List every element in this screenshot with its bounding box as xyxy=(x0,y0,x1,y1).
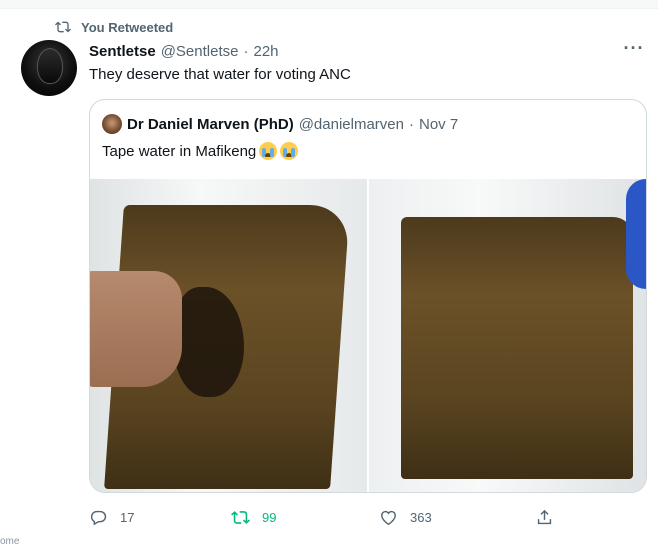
retweet-icon xyxy=(55,21,71,33)
quote-author-name: Dr Daniel Marven (PhD) xyxy=(127,115,294,133)
quote-text: Tape water in Mafikeng xyxy=(102,142,257,160)
separator-dot: · xyxy=(243,42,249,60)
tweet-text: They deserve that water for voting ANC xyxy=(89,66,351,83)
loudly-crying-face-icon xyxy=(259,142,278,160)
reply-icon xyxy=(90,510,107,525)
quote-author-handle: @danielmarven xyxy=(298,115,404,133)
author-name[interactable]: Sentletse xyxy=(89,43,156,60)
tweet-header: Sentletse @Sentletse · 22h xyxy=(89,40,279,62)
tweet-frame: You Retweeted Sentletse @Sentletse · 22h… xyxy=(0,0,658,549)
home-label: ome xyxy=(0,536,20,547)
reply-button[interactable]: 17 xyxy=(89,504,134,530)
retweet-banner-text: You Retweeted xyxy=(81,19,174,35)
quote-header: Dr Daniel Marven (PhD) @danielmarven · N… xyxy=(102,114,458,134)
retweet-button[interactable]: 99 xyxy=(231,504,276,530)
quote-text-row: Tape water in Mafikeng xyxy=(102,142,299,160)
separator-dot: · xyxy=(408,115,414,133)
retweet-icon xyxy=(231,510,250,524)
tweet-time[interactable]: 22h xyxy=(253,43,278,60)
share-button[interactable] xyxy=(535,504,554,530)
share-icon xyxy=(537,509,552,524)
author-avatar[interactable] xyxy=(21,40,77,96)
loudly-crying-face-icon xyxy=(280,142,299,160)
quote-photos xyxy=(90,179,646,492)
like-count: 363 xyxy=(410,509,432,525)
like-button[interactable]: 363 xyxy=(379,504,432,530)
heart-icon xyxy=(381,510,396,525)
retweet-banner: You Retweeted xyxy=(55,18,173,36)
photo-dirty-water-1[interactable] xyxy=(90,179,367,492)
more-icon[interactable]: ··· xyxy=(622,39,646,61)
quoted-tweet[interactable]: Dr Daniel Marven (PhD) @danielmarven · N… xyxy=(89,99,647,493)
quote-time: Nov 7 xyxy=(418,115,459,133)
top-border xyxy=(0,0,658,9)
photo-dirty-water-2[interactable] xyxy=(369,179,646,492)
author-handle[interactable]: @Sentletse xyxy=(161,43,239,60)
quote-author-avatar xyxy=(102,114,122,134)
tweet-actions: 17 99 363 xyxy=(89,504,559,530)
reply-count: 17 xyxy=(120,509,135,525)
retweet-count: 99 xyxy=(262,509,277,525)
